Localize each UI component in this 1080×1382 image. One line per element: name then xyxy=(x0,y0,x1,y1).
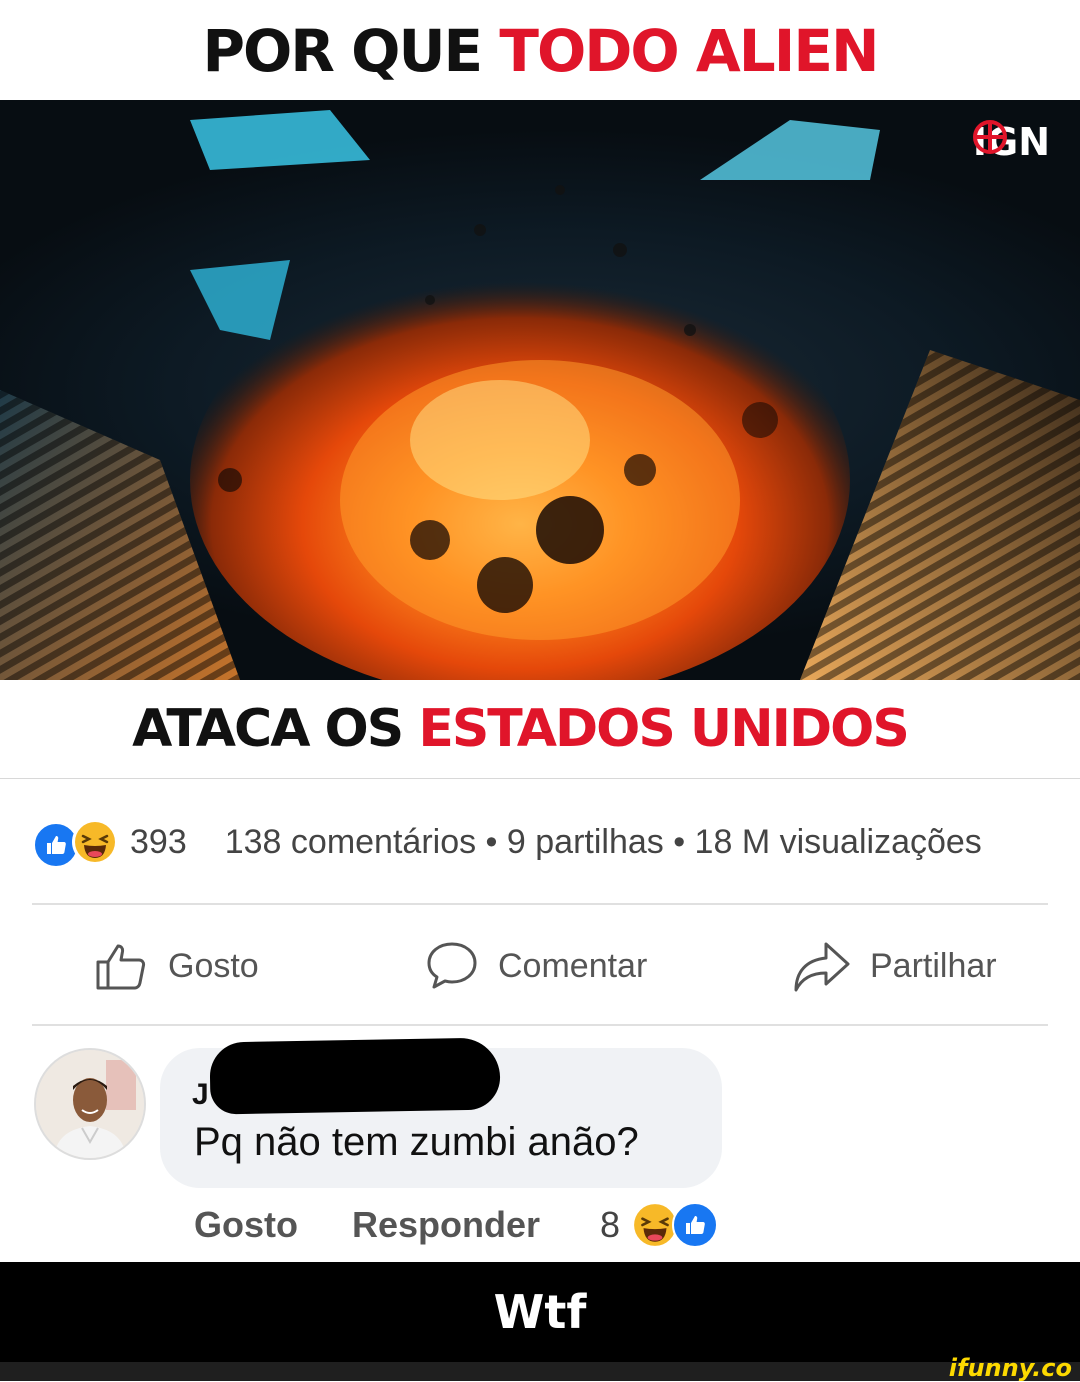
post-stats-row: 393 138 comentários • 9 partilhas • 18 M… xyxy=(32,812,1048,872)
share-button[interactable]: Partilhar xyxy=(792,930,997,1002)
headline-red-part: TODO ALIEN xyxy=(499,17,879,85)
divider xyxy=(32,1024,1048,1026)
ifunny-watermark: ifunny.co xyxy=(948,1354,1072,1382)
commenter-avatar[interactable] xyxy=(34,1048,146,1160)
headline-red-part: ESTADOS UNIDOS xyxy=(418,699,909,759)
comment-reactions-count[interactable]: 8 xyxy=(600,1204,620,1246)
headline-black-part: POR QUE xyxy=(202,17,483,85)
like-icon xyxy=(672,1202,718,1248)
ign-logo: IGN xyxy=(972,120,1050,164)
thumbnail-bottom-banner: ATACA OS ESTADOS UNIDOS xyxy=(0,680,1080,778)
comment-button[interactable]: Comentar xyxy=(424,930,647,1002)
comment-icon xyxy=(427,942,477,989)
video-thumbnail[interactable]: POR QUE TODO ALIEN IGN ATACA OS ESTADOS … xyxy=(0,0,1080,779)
meme-caption-bar: Wtf xyxy=(0,1262,1080,1362)
redacted-name-marker xyxy=(209,1037,501,1115)
post-reactions[interactable] xyxy=(32,817,122,869)
commenter-name[interactable]: J xyxy=(192,1078,209,1112)
explosion-scene-image: IGN xyxy=(0,100,1080,680)
post-action-bar: Gosto Comentar Partilhar xyxy=(32,930,1048,1002)
ign-logo-icon xyxy=(972,120,1007,154)
thumbs-up-icon xyxy=(96,944,146,990)
reactions-count[interactable]: 393 xyxy=(130,823,187,862)
post-stats-details[interactable]: 138 comentários • 9 partilhas • 18 M vis… xyxy=(225,823,982,862)
like-button-label: Gosto xyxy=(168,946,259,985)
comment-reply-link[interactable]: Responder xyxy=(352,1204,540,1246)
comment-reactions[interactable] xyxy=(632,1200,722,1250)
comment-like-link[interactable]: Gosto xyxy=(194,1204,298,1246)
thumbnail-top-banner: POR QUE TODO ALIEN xyxy=(0,0,1080,100)
divider xyxy=(32,903,1048,905)
share-icon xyxy=(794,942,850,992)
thumbnail-top-headline: POR QUE TODO ALIEN xyxy=(202,17,879,85)
share-button-label: Partilhar xyxy=(870,946,997,985)
comment-text: Pq não tem zumbi anão? xyxy=(194,1120,639,1164)
haha-icon xyxy=(72,819,118,865)
meme-caption: Wtf xyxy=(493,1285,587,1339)
like-button[interactable]: Gosto xyxy=(94,930,259,1002)
headline-black-part: ATACA OS xyxy=(132,699,404,759)
thumbnail-bottom-headline: ATACA OS ESTADOS UNIDOS xyxy=(132,698,910,760)
comment-button-label: Comentar xyxy=(498,946,648,985)
watermark-bar: ifunny.co xyxy=(0,1354,1080,1382)
